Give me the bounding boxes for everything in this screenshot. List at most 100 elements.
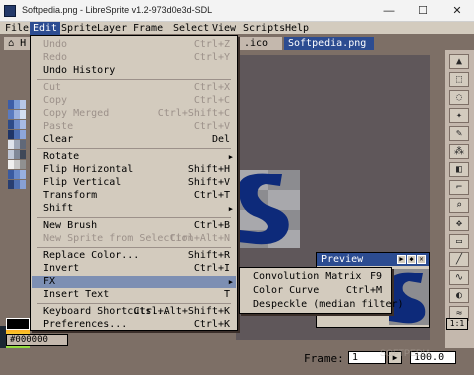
menu-item-paste[interactable]: Paste Ctrl+V <box>32 121 236 133</box>
menu-item-shortcut: Ctrl+V <box>193 121 230 132</box>
palette-swatch[interactable] <box>20 160 26 169</box>
preview-close-icon[interactable]: ✕ <box>417 255 426 264</box>
menu-item-clear[interactable]: Clear Del <box>32 134 236 146</box>
close-window-button[interactable]: ✕ <box>440 0 474 22</box>
palette-swatch[interactable] <box>20 110 26 119</box>
magic-wand-icon[interactable]: ✦ <box>449 108 469 123</box>
menu-item-rotate[interactable]: Rotate ▶ <box>32 151 236 163</box>
menu-separator <box>37 247 231 248</box>
collapse-panel-icon[interactable]: ▲ <box>449 54 469 69</box>
tab-softpedia[interactable]: Softpedia.png × <box>284 37 374 62</box>
submenu-arrow-icon: ▶ <box>228 278 233 286</box>
menu-select[interactable]: Select <box>170 22 212 35</box>
foreground-color-swatch[interactable] <box>6 318 30 330</box>
menu-separator <box>37 217 231 218</box>
menu-item-invert[interactable]: Invert Ctrl+I <box>32 263 236 275</box>
menu-separator <box>37 148 231 149</box>
menu-separator <box>37 303 231 304</box>
menu-item-shortcut: Shift+R <box>187 250 230 261</box>
spray-icon[interactable]: ⁂ <box>449 144 469 159</box>
tab-label: .ico <box>244 38 269 49</box>
frame-value: 1 <box>352 352 359 363</box>
curve-icon[interactable]: ∿ <box>449 270 469 285</box>
palette-swatch[interactable] <box>20 130 26 139</box>
preview-settings-icon[interactable]: ◆ <box>407 255 416 264</box>
zoom-icon[interactable]: ⌕ <box>449 198 469 213</box>
menu-item-shortcut: Ctrl+Alt+Shift+K <box>133 306 230 317</box>
maximize-button[interactable]: ☐ <box>406 0 440 22</box>
menubar: File Edit Sprite Layer Frame Select View… <box>0 22 474 35</box>
menu-item-flip-vertical[interactable]: Flip Vertical Shift+V <box>32 177 236 189</box>
menu-item-color-curve[interactable]: Color Curve Ctrl+M <box>241 284 390 298</box>
tab-file-2[interactable]: .ico × <box>240 37 282 62</box>
slice-icon[interactable]: ▭ <box>449 234 469 249</box>
menu-item-shortcut: Ctrl+I <box>193 263 230 274</box>
eyedropper-icon[interactable]: ⌐ <box>449 180 469 195</box>
tab-file-1[interactable]: ⌂ H <box>4 37 31 50</box>
menu-item-transform[interactable]: Transform Ctrl+T <box>32 190 236 202</box>
zoom-ratio-button[interactable]: 1:1 <box>446 318 468 330</box>
menu-item-redo[interactable]: Redo Ctrl+Y <box>32 52 236 64</box>
pencil-icon[interactable]: ✎ <box>449 126 469 141</box>
line-icon[interactable]: ╱ <box>449 252 469 267</box>
menu-scripts[interactable]: Scripts <box>240 22 288 35</box>
preview-play-icon[interactable]: ▶ <box>397 255 406 264</box>
menu-view[interactable]: View <box>209 22 239 35</box>
menu-item-undo[interactable]: Undo Ctrl+Z <box>32 39 236 51</box>
palette-swatch[interactable] <box>20 170 26 179</box>
palette-swatch[interactable] <box>20 140 26 149</box>
menu-item-keyboard-shortcuts[interactable]: Keyboard Shortcuts... Ctrl+Alt+Shift+K <box>32 306 236 318</box>
tools-panel: ▲ ⬚ ◌ ✦ ✎ ⁂ ◧ ⌐ ⌕ ✥ ▭ ╱ ∿ ◐ ≈ <box>444 50 474 348</box>
frame-label: Frame: <box>304 352 344 365</box>
rectangular-marquee-icon[interactable]: ⬚ <box>449 72 469 87</box>
fill-icon[interactable]: ◐ <box>449 288 469 303</box>
menu-item-despeckle[interactable]: Despeckle (median filter) <box>241 298 404 312</box>
menu-item-copy[interactable]: Copy Ctrl+C <box>32 95 236 107</box>
menu-item-replace-color[interactable]: Replace Color... Shift+R <box>32 250 236 262</box>
sprite-image <box>236 170 300 248</box>
menu-file[interactable]: File <box>2 22 32 35</box>
foreground-color-hex[interactable]: #000000 <box>6 334 68 346</box>
lasso-icon[interactable]: ◌ <box>449 90 469 105</box>
palette-swatch[interactable] <box>20 150 26 159</box>
menu-help[interactable]: Help <box>282 22 312 35</box>
menu-item-label: Paste <box>43 121 74 132</box>
menu-item-shortcut: Ctrl+B <box>193 220 230 231</box>
menu-item-label: FX <box>43 276 56 287</box>
menu-item-label: Undo History <box>43 65 116 76</box>
menu-item-label: Undo <box>43 39 68 50</box>
menu-item-copy-merged[interactable]: Copy Merged Ctrl+Shift+C <box>32 108 236 120</box>
menu-item-insert-text[interactable]: Insert Text T <box>32 289 236 301</box>
menu-item-label: Replace Color... <box>43 250 140 261</box>
menu-item-new-brush[interactable]: New Brush Ctrl+B <box>32 220 236 232</box>
palette-swatch[interactable] <box>20 120 26 129</box>
tab-label: Softpedia.png <box>288 38 367 49</box>
color-palette-panel <box>0 50 30 362</box>
minimize-button[interactable]: — <box>372 0 406 22</box>
move-icon[interactable]: ✥ <box>449 216 469 231</box>
menu-item-shift[interactable]: Shift ▶ <box>32 203 236 215</box>
fx-submenu: Convolution Matrix F9 Color Curve Ctrl+M D… <box>239 267 404 314</box>
menu-item-label: Flip Horizontal <box>43 164 134 175</box>
menu-item-undo-history[interactable]: Undo History <box>32 65 236 77</box>
menu-item-shortcut: Ctrl+K <box>193 319 230 330</box>
menu-item-label: Transform <box>43 190 98 201</box>
eraser-icon[interactable]: ◧ <box>449 162 469 177</box>
watermark-text: SOFTPEDIA <box>380 348 432 358</box>
menu-item-shortcut: Ctrl+T <box>193 190 230 201</box>
menu-edit[interactable]: Edit <box>30 22 61 35</box>
menu-item-label: Color Curve <box>253 285 320 296</box>
palette-swatch[interactable] <box>20 100 26 109</box>
palette-swatch[interactable] <box>20 180 26 189</box>
menu-layer[interactable]: Layer <box>94 22 130 35</box>
menu-item-fx[interactable]: FX ▶ <box>32 276 236 288</box>
menu-item-new-sprite-from-selection[interactable]: New Sprite from Selection Ctrl+Alt+N <box>32 233 236 245</box>
app-icon <box>4 5 16 17</box>
menu-item-convolution-matrix[interactable]: Convolution Matrix F9 <box>241 270 390 284</box>
submenu-arrow-icon: ▶ <box>228 153 233 161</box>
menu-frame[interactable]: Frame <box>130 22 166 35</box>
window-title: Softpedia.png - LibreSprite v1.2-973d0e3… <box>22 5 213 15</box>
menu-item-preferences[interactable]: Preferences... Ctrl+K <box>32 319 236 331</box>
menu-item-cut[interactable]: Cut Ctrl+X <box>32 82 236 94</box>
menu-item-flip-horizontal[interactable]: Flip Horizontal Shift+H <box>32 164 236 176</box>
